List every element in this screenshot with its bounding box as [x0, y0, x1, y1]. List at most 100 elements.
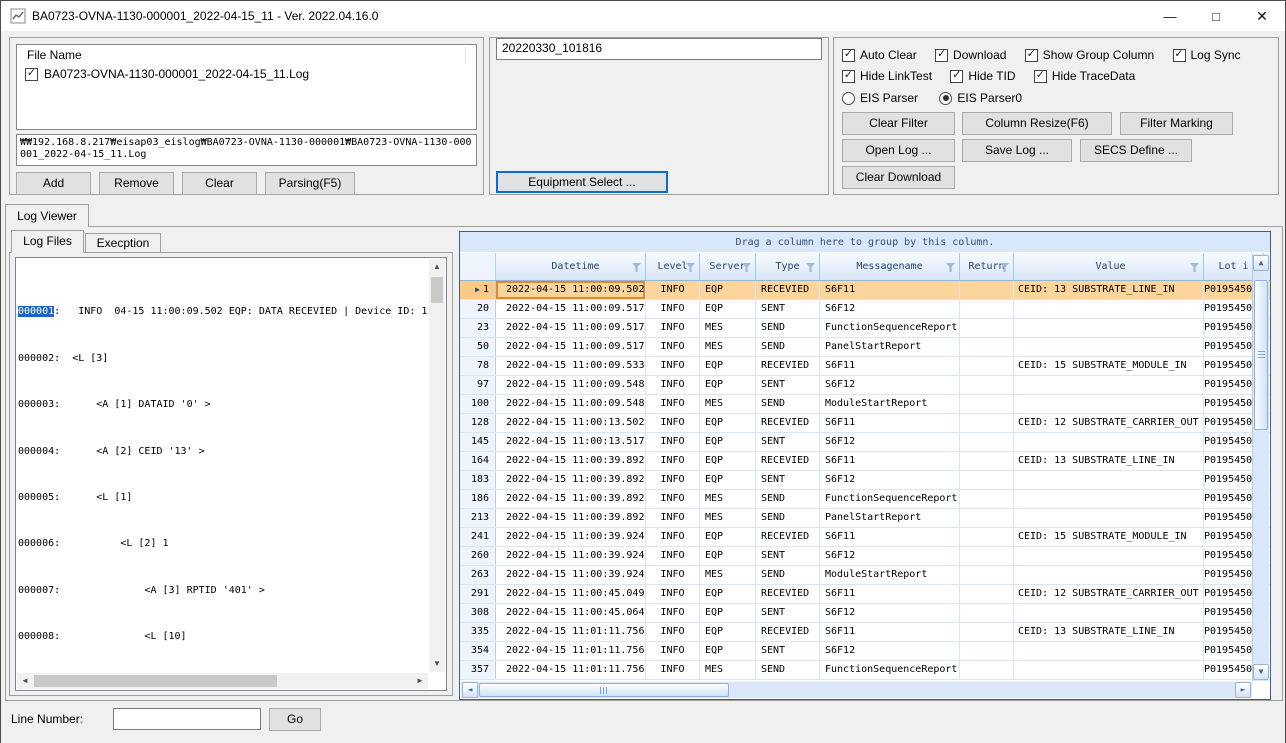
grid-vscroll-thumb[interactable] — [1254, 280, 1268, 430]
log-hscroll-thumb[interactable] — [34, 675, 277, 687]
log-line-text: INFO 04-15 11:00:09.502 EQP: DATA RECEVI… — [72, 306, 429, 317]
equipment-select-button[interactable]: Equipment Select ... — [496, 171, 668, 193]
clear-download-button[interactable]: Clear Download — [842, 166, 955, 189]
log-vertical-scrollbar[interactable]: ▲ ▼ — [429, 259, 445, 672]
scroll-down-icon[interactable]: ▼ — [429, 656, 445, 672]
grid-hscroll-thumb[interactable] — [479, 683, 729, 697]
scroll-up-icon[interactable]: ▲ — [1253, 255, 1269, 271]
grid-row[interactable]: ▶20 2022-04-15 11:00:09.517 INFO EQP SEN… — [460, 300, 1270, 319]
log-line[interactable]: 000002: <L [3] — [18, 353, 429, 365]
filter-icon[interactable] — [1190, 263, 1199, 272]
radio-option[interactable]: EIS Parser0 — [939, 91, 1022, 105]
grid-row[interactable]: ▶335 2022-04-15 11:01:11.756 INFO EQP RE… — [460, 623, 1270, 642]
grid-vertical-scrollbar[interactable]: ▲ ▼ — [1252, 254, 1269, 681]
scroll-left-icon[interactable]: ◄ — [17, 673, 33, 689]
log-line[interactable]: 000001: INFO 04-15 11:00:09.502 EQP: DAT… — [18, 306, 429, 318]
checkbox-option[interactable]: ✓ Show Group Column — [1025, 48, 1154, 62]
tab-log-viewer[interactable]: Log Viewer — [5, 204, 89, 227]
cell-server: EQP — [700, 452, 756, 470]
save-log-button[interactable]: Save Log ... — [962, 139, 1072, 162]
log-line[interactable]: 000006: <L [2] 1 — [18, 538, 429, 550]
remove-button[interactable]: Remove — [99, 172, 174, 195]
grid-row[interactable]: ▶78 2022-04-15 11:00:09.533 INFO EQP REC… — [460, 357, 1270, 376]
grid-row[interactable]: ▶164 2022-04-15 11:00:39.892 INFO EQP RE… — [460, 452, 1270, 471]
log-line[interactable]: 000008: <L [10] — [18, 631, 429, 643]
parsing-button[interactable]: Parsing(F5) — [265, 172, 355, 195]
file-path-box[interactable]: ₩₩192.168.8.217₩eisap03_eislog₩BA0723-OV… — [16, 134, 477, 166]
file-list[interactable]: File Name ✓ BA0723-OVNA-1130-000001_2022… — [16, 44, 477, 130]
checkbox-option[interactable]: ✓ Hide TID — [950, 69, 1015, 83]
filter-marking-button[interactable]: Filter Marking — [1120, 112, 1233, 135]
radio-option[interactable]: EIS Parser — [842, 91, 918, 105]
secs-define-button[interactable]: SECS Define ... — [1080, 139, 1192, 162]
column-header-value[interactable]: Value — [1014, 253, 1204, 280]
file-list-item[interactable]: ✓ BA0723-OVNA-1130-000001_2022-04-15_11.… — [17, 65, 476, 81]
grid-row[interactable]: ▶183 2022-04-15 11:00:39.892 INFO EQP SE… — [460, 471, 1270, 490]
grid-horizontal-scrollbar[interactable]: ◄ ► — [461, 681, 1252, 698]
grid-row[interactable]: ▶213 2022-04-15 11:00:39.892 INFO MES SE… — [460, 509, 1270, 528]
grid-row[interactable]: ▶291 2022-04-15 11:00:45.049 INFO EQP RE… — [460, 585, 1270, 604]
filter-icon[interactable] — [632, 263, 641, 272]
checkbox-option[interactable]: ✓ Log Sync — [1173, 48, 1241, 62]
grid-row[interactable]: ▶186 2022-04-15 11:00:39.892 INFO MES SE… — [460, 490, 1270, 509]
group-by-bar[interactable]: Drag a column here to group by this colu… — [460, 232, 1270, 253]
grid-row[interactable]: ▶308 2022-04-15 11:00:45.064 INFO EQP SE… — [460, 604, 1270, 623]
log-line[interactable]: 000003: <A [1] DATAID '0' > — [18, 399, 429, 411]
grid-row[interactable]: ▶260 2022-04-15 11:00:39.924 INFO EQP SE… — [460, 547, 1270, 566]
add-button[interactable]: Add — [16, 172, 91, 195]
checkbox-option[interactable]: ✓ Auto Clear — [842, 48, 917, 62]
filter-icon[interactable] — [806, 263, 815, 272]
log-line[interactable]: 000007: <A [3] RPTID '401' > — [18, 585, 429, 597]
close-button[interactable]: ✕ — [1239, 1, 1285, 31]
clear-button[interactable]: Clear — [182, 172, 257, 195]
grid-row[interactable]: ▶128 2022-04-15 11:00:13.502 INFO EQP RE… — [460, 414, 1270, 433]
grid-row[interactable]: ▶97 2022-04-15 11:00:09.548 INFO EQP SEN… — [460, 376, 1270, 395]
cell-messagename: S6F12 — [820, 642, 960, 660]
scroll-down-icon[interactable]: ▼ — [1253, 664, 1269, 680]
tab-log-files[interactable]: Log Files — [11, 230, 84, 253]
column-header-level[interactable]: Level — [646, 253, 700, 280]
scroll-up-icon[interactable]: ▲ — [429, 259, 445, 275]
scroll-left-icon[interactable]: ◄ — [462, 682, 478, 698]
log-line[interactable]: 000004: <A [2] CEID '13' > — [18, 446, 429, 458]
grid-row[interactable]: ▶145 2022-04-15 11:00:13.517 INFO EQP SE… — [460, 433, 1270, 452]
cell-value — [1014, 300, 1204, 318]
grid-row[interactable]: ▶263 2022-04-15 11:00:39.924 INFO MES SE… — [460, 566, 1270, 585]
title-bar[interactable]: BA0723-OVNA-1130-000001_2022-04-15_11 - … — [1, 1, 1285, 31]
maximize-button[interactable]: □ — [1193, 1, 1239, 31]
log-text[interactable]: 000001: INFO 04-15 11:00:09.502 EQP: DAT… — [18, 260, 429, 672]
scroll-right-icon[interactable]: ► — [1235, 682, 1251, 698]
log-text-panel[interactable]: 000001: INFO 04-15 11:00:09.502 EQP: DAT… — [15, 257, 447, 691]
scroll-right-icon[interactable]: ► — [412, 673, 428, 689]
open-log-button[interactable]: Open Log ... — [842, 139, 955, 162]
grid-row[interactable]: ▶241 2022-04-15 11:00:39.924 INFO EQP RE… — [460, 528, 1270, 547]
log-line[interactable]: 000005: <L [1] — [18, 492, 429, 504]
file-checkbox[interactable]: ✓ — [25, 68, 38, 81]
line-number-input[interactable] — [113, 708, 261, 730]
grid-row[interactable]: ▶1 2022-04-15 11:00:09.502 INFO EQP RECE… — [460, 281, 1270, 300]
log-vscroll-thumb[interactable] — [431, 277, 443, 303]
grid-row[interactable]: ▶100 2022-04-15 11:00:09.548 INFO MES SE… — [460, 395, 1270, 414]
column-header-server[interactable]: Server — [700, 253, 756, 280]
grid-row[interactable]: ▶23 2022-04-15 11:00:09.517 INFO MES SEN… — [460, 319, 1270, 338]
cell-messagename: ModuleStartReport — [820, 395, 960, 413]
column-header-type[interactable]: Type — [756, 253, 820, 280]
cell-messagename: PanelStartReport — [820, 509, 960, 527]
checkbox-option[interactable]: ✓ Hide LinkTest — [842, 69, 932, 83]
tab-exception[interactable]: Execption — [85, 233, 161, 253]
grid-row[interactable]: ▶357 2022-04-15 11:01:11.756 INFO MES SE… — [460, 661, 1270, 680]
equipment-field[interactable]: 20220330_101816 — [496, 38, 822, 60]
grid-row[interactable]: ▶50 2022-04-15 11:00:09.517 INFO MES SEN… — [460, 338, 1270, 357]
column-header-datetime[interactable]: Datetime — [496, 253, 646, 280]
grid-row[interactable]: ▶354 2022-04-15 11:01:11.756 INFO EQP SE… — [460, 642, 1270, 661]
column-header-return[interactable]: Return — [960, 253, 1014, 280]
column-resize-button[interactable]: Column Resize(F6) — [962, 112, 1112, 135]
minimize-button[interactable]: — — [1147, 1, 1193, 31]
column-header-messagename[interactable]: Messagename — [820, 253, 960, 280]
checkbox-option[interactable]: ✓ Download — [935, 48, 1006, 62]
checkbox-option[interactable]: ✓ Hide TraceData — [1034, 69, 1135, 83]
log-horizontal-scrollbar[interactable]: ◄ ► — [17, 673, 428, 689]
filter-icon[interactable] — [946, 263, 955, 272]
go-button[interactable]: Go — [269, 708, 321, 731]
clear-filter-button[interactable]: Clear Filter — [842, 112, 955, 135]
